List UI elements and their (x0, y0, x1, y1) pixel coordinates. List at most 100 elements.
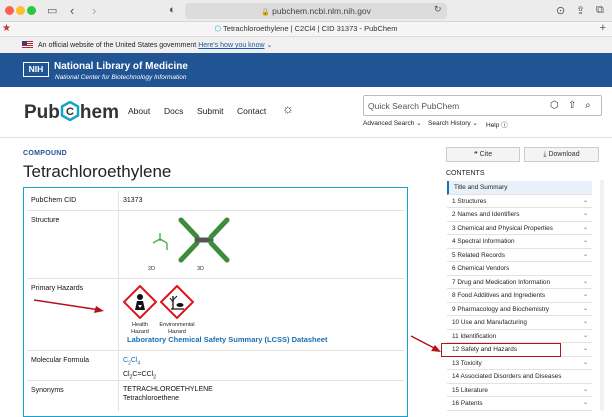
chevron-down-icon[interactable]: ⌄ (583, 330, 588, 343)
new-tab-icon[interactable]: + (600, 22, 606, 34)
toc-item[interactable]: 9 Pharmacology and Biochemistry ⌄ (447, 303, 592, 316)
table-row: Molecular Formula C2Cl4 Cl2C=CCl2 (27, 351, 404, 381)
chevron-down-icon[interactable]: ⌄ (583, 249, 588, 262)
chevron-down-icon: ⌄ (266, 42, 273, 49)
share-icon[interactable]: ⇪ (576, 4, 585, 17)
toc-item[interactable]: Title and Summary (447, 181, 592, 195)
chevron-down-icon[interactable]: ⌄ (583, 235, 588, 248)
toc-item[interactable]: 16 Patents ⌄ (447, 397, 592, 411)
molecular-formula: C2Cl4 Cl2C=CCl2 (123, 355, 156, 384)
logo-text-right: hem (79, 102, 119, 123)
row-label: Molecular Formula (31, 357, 89, 364)
download-button[interactable]: ⤓ Download (524, 147, 599, 162)
lcss-datasheet-link[interactable]: Laboratory Chemical Safety Summary (LCSS… (127, 335, 327, 344)
toc-item[interactable]: 2 Names and Identifiers ⌄ (447, 208, 592, 222)
privacy-shield-icon[interactable]: ◐ (169, 4, 176, 16)
chevron-down-icon[interactable]: ⌄ (583, 276, 588, 289)
toc-item[interactable]: 15 Literature ⌄ (447, 384, 592, 397)
chevron-down-icon[interactable]: ⌄ (583, 195, 588, 208)
toc-item[interactable]: 10 Use and Manufacturing ⌄ (447, 316, 592, 330)
nlm-title[interactable]: National Library of Medicine (54, 61, 188, 72)
table-row: PubChem CID 31373 (27, 191, 404, 211)
chevron-down-icon[interactable]: ⌄ (583, 384, 588, 397)
toc-item[interactable]: 8 Food Additives and Ingredients ⌄ (447, 289, 592, 303)
sidebar-scrollbar[interactable] (600, 180, 604, 411)
gov-banner-text: An official website of the United States… (38, 42, 197, 49)
chevron-down-icon[interactable]: ⌄ (583, 357, 588, 370)
chevron-down-icon[interactable]: ⌄ (583, 208, 588, 221)
health-hazard-caption: Health Hazard (131, 322, 149, 335)
search-input[interactable]: Quick Search PubChem (368, 101, 459, 111)
synonym-item: Tetrachloroethene (123, 395, 180, 402)
nih-logo[interactable]: NIH (23, 62, 49, 77)
toc-item[interactable]: 14 Associated Disorders and Diseases (447, 370, 592, 384)
toc-item[interactable]: 13 Toxicity ⌄ (447, 357, 592, 370)
tab-title: Tetrachloroethylene | C2Cl4 | CID 31373 … (223, 24, 398, 33)
compound-kicker: COMPOUND (23, 150, 68, 157)
chevron-down-icon[interactable]: ⌄ (583, 316, 588, 329)
table-of-contents: Title and Summary 1 Structures ⌄ 2 Names … (447, 181, 592, 411)
svg-text:C: C (66, 106, 74, 118)
formula-link[interactable]: C2Cl4 (123, 355, 156, 369)
synonym-item: TETRACHLOROETHYLENE (123, 386, 213, 393)
minimize-window-button[interactable] (16, 6, 25, 15)
chevron-down-icon[interactable]: ⌄ (583, 397, 588, 410)
page-title: Tetrachloroethylene (23, 162, 172, 181)
back-icon[interactable]: ‹ (70, 3, 74, 18)
chevron-down-icon[interactable]: ⌄ (583, 222, 588, 235)
cite-button[interactable]: ❝ Cite (446, 147, 520, 162)
toc-item[interactable]: 1 Structures ⌄ (447, 195, 592, 208)
toc-item[interactable]: 3 Chemical and Physical Properties ⌄ (447, 222, 592, 235)
nav-docs[interactable]: Docs (164, 106, 183, 116)
advanced-search-link[interactable]: Advanced Search ⌄ (363, 119, 422, 127)
help-link[interactable]: Help ⓘ (486, 119, 508, 129)
sidebar-toggle-icon[interactable]: ▭ (47, 4, 57, 17)
environmental-hazard-icon[interactable] (160, 285, 194, 319)
forward-icon[interactable]: › (92, 3, 96, 18)
structure-3d-image[interactable] (175, 215, 233, 267)
search-history-link[interactable]: Search History ⌄ (428, 119, 478, 127)
contents-heading: CONTENTS (446, 170, 485, 177)
heres-how-you-know-link[interactable]: Here's how you know (198, 42, 264, 49)
pubchem-favicon-icon: ⬡ (214, 24, 222, 33)
chevron-down-icon[interactable]: ⌄ (583, 303, 588, 316)
annotation-arrow-right (410, 335, 441, 352)
lock-icon: 🔒 (261, 9, 270, 16)
annotation-arrow-left (33, 299, 104, 313)
row-label: Synonyms (31, 387, 64, 394)
toc-item[interactable]: 5 Related Records ⌄ (447, 249, 592, 262)
search-box[interactable]: Quick Search PubChem ⬡ ⇧ ⌕ (363, 95, 602, 116)
structure-2d-label: 2D (148, 266, 156, 272)
health-hazard-icon[interactable] (123, 285, 157, 319)
active-tab[interactable]: ⬡ Tetrachloroethylene | C2Cl4 | CID 3137… (0, 24, 612, 33)
toc-item[interactable]: 4 Spectral Information ⌄ (447, 235, 592, 249)
tab-strip: ★ ⬡ Tetrachloroethylene | C2Cl4 | CID 31… (0, 22, 612, 37)
zoom-window-button[interactable] (27, 6, 36, 15)
nav-submit[interactable]: Submit (197, 106, 223, 116)
reload-icon[interactable]: ↻ (434, 4, 442, 15)
chevron-down-icon[interactable]: ⌄ (583, 289, 588, 302)
table-row: Structure 2D 3D (27, 211, 404, 279)
close-window-button[interactable] (5, 6, 14, 15)
nav-about[interactable]: About (128, 106, 150, 116)
search-icon[interactable]: ⌕ (585, 100, 591, 111)
logo-text-left: Pub (24, 102, 60, 123)
toc-item[interactable]: 11 Identification ⌄ (447, 330, 592, 343)
nav-contact[interactable]: Contact (237, 106, 266, 116)
chevron-down-icon[interactable]: ⌄ (583, 343, 588, 356)
toc-item[interactable]: 6 Chemical Vendors (447, 262, 592, 276)
url-text: pubchem.ncbi.nlm.nih.gov (272, 6, 371, 16)
tabs-overview-icon[interactable]: ⧉ (596, 4, 604, 17)
structure-search-icon[interactable]: ⬡ (550, 100, 559, 111)
theme-toggle-icon[interactable]: ☼ (282, 101, 294, 116)
address-bar[interactable]: 🔒 pubchem.ncbi.nlm.nih.gov (185, 3, 447, 19)
downloads-icon[interactable]: ⊙ (556, 4, 565, 17)
table-row: Synonyms TETRACHLOROETHYLENE Tetrachloro… (27, 381, 404, 411)
browser-toolbar: ▭ ‹ › ◐ 🔒 pubchem.ncbi.nlm.nih.gov ↻ ⊙ ⇪… (0, 0, 612, 22)
upload-icon[interactable]: ⇧ (568, 100, 576, 111)
toc-item[interactable]: 7 Drug and Medication Information ⌄ (447, 276, 592, 289)
pubchem-logo[interactable]: Pub Chem (24, 98, 119, 124)
us-flag-icon (22, 41, 33, 48)
synonyms-list: TETRACHLOROETHYLENE Tetrachloroethene (123, 385, 213, 403)
row-label: PubChem CID (31, 197, 77, 204)
